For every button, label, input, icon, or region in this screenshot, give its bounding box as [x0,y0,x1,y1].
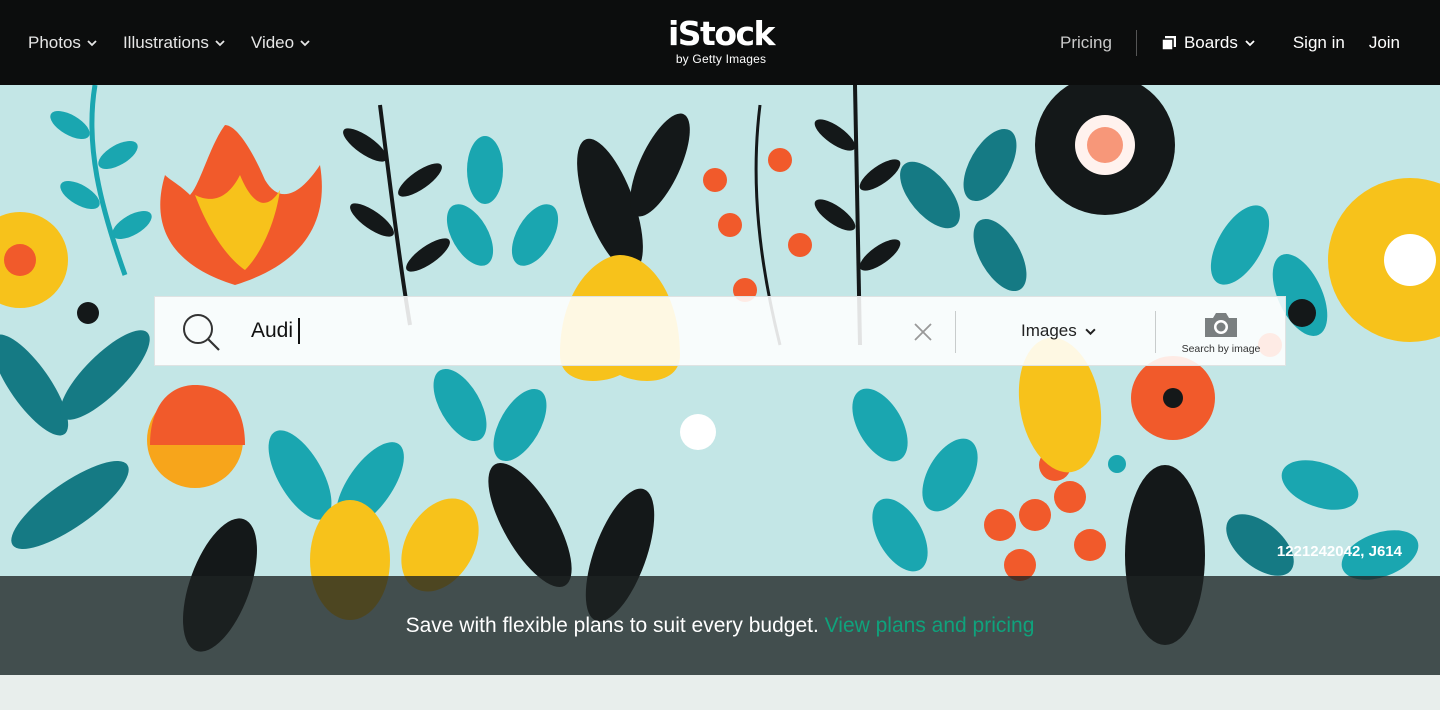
chevron-down-icon [1085,328,1096,335]
search-icon[interactable] [181,313,221,351]
media-type-label: Images [1021,321,1077,340]
nav-photos[interactable]: Photos [28,33,97,53]
account-nav: Pricing Boards Sign in Join [1060,0,1400,85]
boards-label: Boards [1183,32,1238,52]
pricing-link[interactable]: Pricing [1060,33,1136,53]
nav-video-label: Video [250,32,295,52]
chevron-down-icon [87,39,97,46]
media-type-select[interactable]: Images [1021,321,1096,341]
chevron-down-icon [215,39,225,46]
search-divider [955,311,956,353]
promo-banner: Save with flexible plans to suit every b… [0,576,1440,675]
search-bar: Images Search by image [154,296,1286,366]
promo-text-line: Save with flexible plans to suit every b… [0,614,1440,638]
image-credit: 1221242042, J614 [1276,543,1402,560]
logo-wordmark: iStock [667,14,776,53]
boards-menu[interactable]: Boards [1161,33,1255,53]
main-nav: Photos Illustrations Video [28,0,310,85]
search-by-image-label: Search by image [1181,343,1261,355]
istock-logo[interactable]: iStock by Getty Images [665,16,777,68]
nav-divider [1135,29,1137,56]
nav-photos-label: Photos [28,32,81,52]
text-cursor [298,318,300,344]
nav-illustrations-label: Illustrations [122,32,209,52]
hero-section: 1221242042, J614 Save with flexible plan… [0,85,1440,675]
nav-video[interactable]: Video [251,33,310,53]
sign-in-link[interactable]: Sign in [1293,33,1345,53]
join-link[interactable]: Join [1369,33,1400,53]
logo-tagline: by Getty Images [675,52,767,66]
camera-icon [1205,313,1237,337]
search-divider [1155,311,1156,353]
boards-icon [1161,35,1176,51]
page-footer-strip [0,675,1440,710]
chevron-down-icon [300,39,310,46]
view-plans-link[interactable]: View plans and pricing [825,614,1035,637]
search-by-image-button[interactable]: Search by image [1167,311,1275,359]
nav-illustrations[interactable]: Illustrations [123,33,225,53]
search-input[interactable] [251,309,891,353]
top-header: Photos Illustrations Video iStock by Get… [0,0,1440,85]
promo-text: Save with flexible plans to suit every b… [405,614,819,637]
close-icon[interactable] [911,320,935,344]
chevron-down-icon [1245,39,1255,46]
